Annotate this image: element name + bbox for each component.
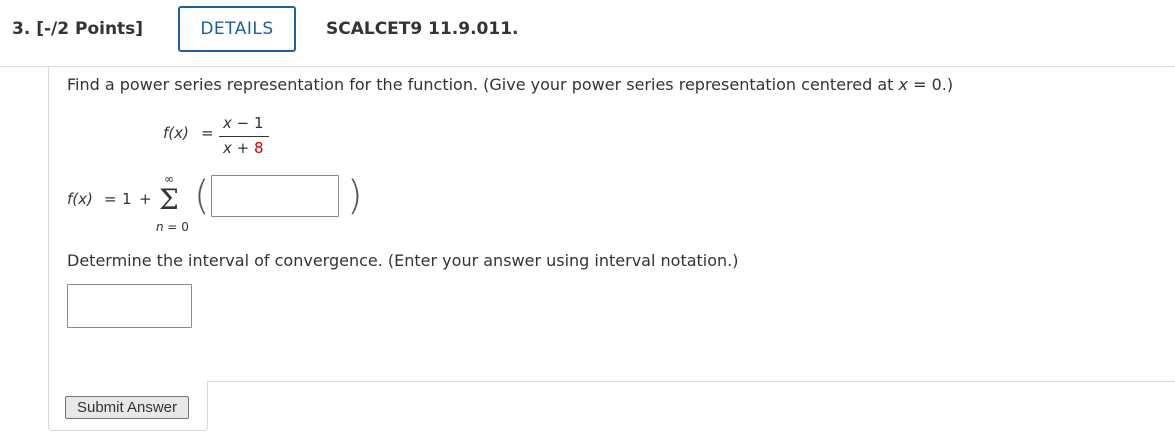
details-button[interactable]: DETAILS [178, 6, 296, 52]
numerator-variable: x [223, 114, 232, 132]
submit-answer-button[interactable]: Submit Answer [65, 396, 189, 419]
index-variable: n [156, 220, 164, 234]
sum-lower-limit: n = 0 [156, 220, 189, 234]
footer-divider [208, 381, 1175, 382]
function-equals: = [201, 124, 214, 142]
series-plus: + [139, 190, 152, 208]
question-header: 3. [-/2 Points] DETAILS SCALCET9 11.9.01… [0, 0, 1175, 67]
open-paren: ( [194, 173, 210, 219]
question-points-label: 3. [-/2 Points] [12, 19, 144, 39]
prompt-variable: x [898, 75, 908, 94]
index-start: = 0 [163, 220, 189, 234]
numerator-rest: − 1 [231, 114, 264, 132]
function-lhs: f(x) [163, 124, 189, 142]
series-function-name: f(x) [67, 190, 93, 208]
sigma-icon: Σ [159, 183, 179, 216]
series-lhs: f(x) [67, 190, 93, 208]
series-equals: = [104, 190, 117, 208]
close-paren: ) [347, 173, 363, 219]
interval-prompt: Determine the interval of convergence. (… [67, 251, 739, 270]
question-code: SCALCET9 11.9.011. [326, 19, 519, 39]
fraction-bar [219, 136, 269, 137]
function-numerator: x − 1 [223, 114, 264, 132]
function-denominator: x + 8 [223, 139, 264, 157]
denominator-constant: 8 [254, 139, 264, 157]
series-term-input[interactable] [211, 175, 339, 217]
interval-input[interactable] [67, 284, 192, 328]
question-panel [48, 66, 1175, 382]
question-prompt: Find a power series representation for t… [67, 75, 953, 94]
prompt-text: Find a power series representation for t… [67, 75, 899, 94]
denominator-variable: x [223, 139, 232, 157]
series-constant: 1 [122, 190, 132, 208]
function-name: f(x) [163, 124, 189, 142]
prompt-text-end: = 0.) [907, 75, 954, 94]
denominator-operator: + [231, 139, 254, 157]
